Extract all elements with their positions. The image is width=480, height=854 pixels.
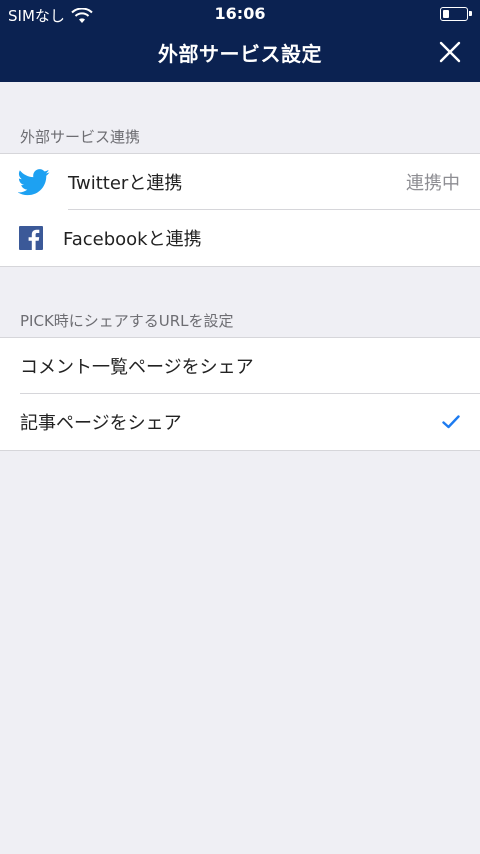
section-header-share-url: PICK時にシェアするURLを設定 xyxy=(20,312,234,330)
close-icon xyxy=(439,41,461,63)
twitter-link-row[interactable]: Twitterと連携 連携中 xyxy=(0,154,480,210)
twitter-link-label: Twitterと連携 xyxy=(68,173,183,194)
twitter-link-status: 連携中 xyxy=(406,173,460,194)
share-url-group: コメント一覧ページをシェア 記事ページをシェア xyxy=(0,337,480,451)
checkmark-icon xyxy=(442,415,460,429)
section-header-external-services: 外部サービス連携 xyxy=(20,128,141,146)
share-option-comment-list[interactable]: コメント一覧ページをシェア xyxy=(0,338,480,394)
battery-level xyxy=(443,10,449,18)
navigation-bar: SIMなし 16:06 外部サービス設定 xyxy=(0,0,480,82)
close-button[interactable] xyxy=(434,36,466,68)
page-title: 外部サービス設定 xyxy=(158,42,322,66)
external-services-group: Twitterと連携 連携中 Facebookと連携 xyxy=(0,153,480,267)
share-option-article[interactable]: 記事ページをシェア xyxy=(0,394,480,450)
status-time: 16:06 xyxy=(214,4,266,23)
share-option-label: コメント一覧ページをシェア xyxy=(20,357,254,378)
facebook-link-label: Facebookと連携 xyxy=(63,229,202,250)
share-option-label: 記事ページをシェア xyxy=(20,413,182,434)
facebook-icon xyxy=(19,226,43,250)
facebook-link-row[interactable]: Facebookと連携 xyxy=(0,210,480,266)
status-bar: SIMなし 16:06 xyxy=(0,0,480,28)
battery-icon xyxy=(440,7,472,21)
twitter-icon xyxy=(18,168,50,196)
